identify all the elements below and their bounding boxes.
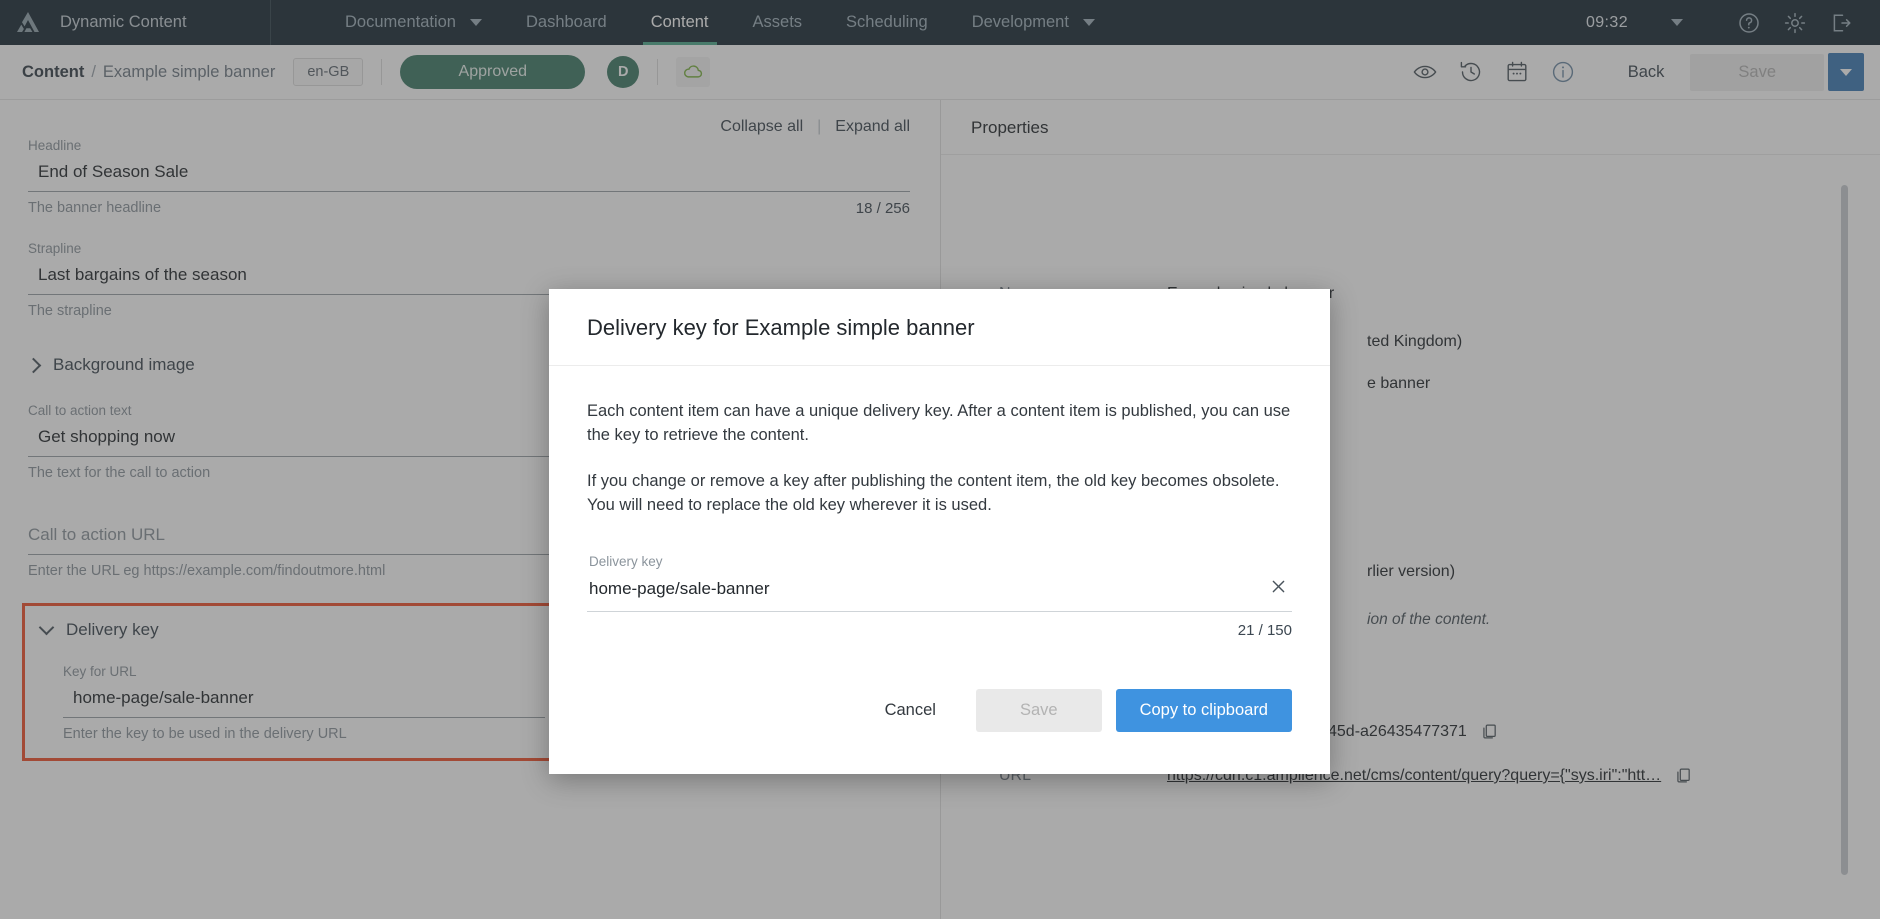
delivery-key-input[interactable]: home-page/sale-banner xyxy=(589,579,1265,599)
delivery-key-modal: Delivery key for Example simple banner E… xyxy=(549,289,1330,774)
modal-input-label: Delivery key xyxy=(589,553,663,569)
copy-to-clipboard-button[interactable]: Copy to clipboard xyxy=(1115,688,1292,732)
modal-footer: Cancel Save Copy to clipboard xyxy=(549,643,1330,774)
app-root: Dynamic Content Documentation Dashboard … xyxy=(0,0,1880,919)
modal-char-count: 21 / 150 xyxy=(1237,621,1292,639)
close-icon[interactable] xyxy=(1265,577,1292,601)
modal-title: Delivery key for Example simple banner xyxy=(587,315,975,340)
modal-paragraph-1: Each content item can have a unique deli… xyxy=(587,402,1291,444)
modal-body: Each content item can have a unique deli… xyxy=(549,366,1330,643)
modal-header: Delivery key for Example simple banner xyxy=(549,289,1330,366)
cancel-button[interactable]: Cancel xyxy=(859,689,962,732)
modal-save-button[interactable]: Save xyxy=(975,688,1102,732)
modal-input-wrapper: home-page/sale-banner xyxy=(587,577,1292,612)
modal-paragraph-2: If you change or remove a key after publ… xyxy=(587,471,1280,514)
